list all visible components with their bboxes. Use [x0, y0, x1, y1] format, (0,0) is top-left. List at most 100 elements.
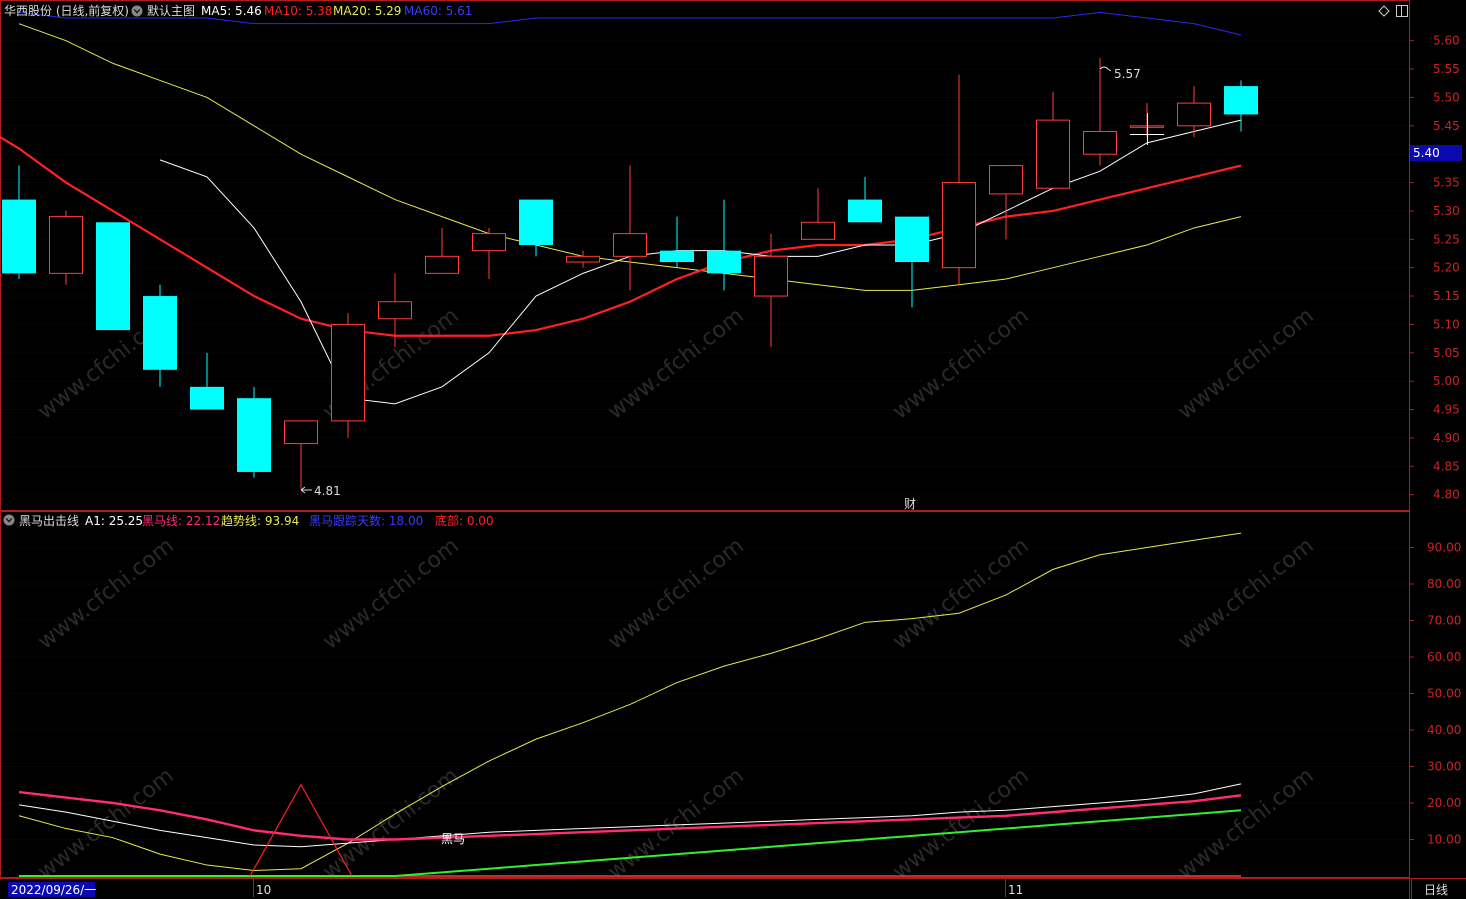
candle-body	[425, 255, 459, 274]
candlestick[interactable]	[613, 165, 647, 291]
watermark-text: www.cfchi.com	[603, 533, 748, 654]
candlestick[interactable]	[989, 165, 1023, 240]
indicator-tick-label: 20.00	[1427, 796, 1461, 810]
candlestick[interactable]	[942, 74, 976, 285]
price-tick-label: 5.05	[1433, 346, 1460, 360]
candle-body	[1083, 130, 1117, 155]
price-tick-label: 5.15	[1433, 289, 1460, 303]
watermark-text: www.cfchi.com	[318, 533, 463, 654]
date-cursor-label: 2022/09/26/一	[11, 883, 96, 897]
price-tick-label: 5.50	[1433, 90, 1460, 104]
candlestick[interactable]	[1177, 86, 1211, 138]
high-price-label: 5.57	[1114, 67, 1141, 81]
candlestick[interactable]	[472, 227, 506, 280]
candlestick[interactable]	[237, 386, 271, 478]
candle-body	[190, 386, 224, 410]
indicator-value-axis: 90.00 80.00 70.00 60.00 50.00 40.00 30.00 20.00…	[1409, 541, 1461, 847]
candlestick[interactable]	[848, 176, 882, 223]
price-tick-label: 4.80	[1433, 488, 1460, 502]
candle-body	[331, 323, 365, 422]
price-tick-label: 5.60	[1433, 34, 1460, 48]
watermark-text: www.cfchi.com	[33, 763, 178, 884]
candle-body	[1036, 119, 1070, 189]
price-tick-label: 4.90	[1433, 431, 1460, 445]
candlestick[interactable]	[660, 216, 694, 268]
candlestick[interactable]	[190, 352, 224, 410]
candlestick[interactable]	[96, 222, 130, 331]
price-tick-label: 5.30	[1433, 204, 1460, 218]
trend-legend: 趋势线: 93.94	[221, 514, 299, 528]
main-panel-frame	[0, 0, 1410, 511]
candlestick[interactable]	[425, 227, 459, 274]
price-tick-label: 5.00	[1433, 374, 1460, 388]
finance-marker[interactable]: 财	[904, 497, 916, 511]
price-tick-label: 5.25	[1433, 232, 1460, 246]
price-tick-label: 5.45	[1433, 119, 1460, 133]
candle-body	[566, 255, 600, 263]
indicator-legend: 黑马出击线 A1: 25.25 黑马线: 22.12 趋势线: 93.94 黑马…	[3, 513, 494, 528]
candlestick-series[interactable]	[2, 57, 1258, 489]
candlestick[interactable]	[1224, 80, 1258, 132]
candlestick[interactable]	[2, 165, 36, 280]
indicator-name: 黑马出击线	[19, 514, 79, 528]
indicator-line	[18, 783, 1242, 848]
month-label-10: 10	[256, 883, 271, 897]
candle-body	[237, 398, 271, 472]
watermark-text: www.cfchi.com	[318, 763, 463, 884]
candle-body	[378, 301, 412, 320]
high-annotation: 5.57	[1099, 66, 1141, 81]
candle-body	[519, 199, 553, 245]
current-price-label: 5.40	[1413, 146, 1440, 160]
candle-body	[801, 221, 835, 240]
candlestick[interactable]	[1083, 57, 1117, 166]
ma5-line	[159, 119, 1242, 405]
watermark-text: www.cfchi.com	[888, 763, 1033, 884]
candle-body	[49, 216, 83, 274]
candle-body	[613, 233, 647, 257]
candlestick[interactable]	[143, 284, 177, 387]
candle-body	[284, 420, 318, 445]
candlestick[interactable]	[49, 210, 83, 285]
indicator-tick-label: 30.00	[1427, 760, 1461, 774]
candlestick[interactable]	[284, 420, 318, 489]
candle-body	[1177, 102, 1211, 127]
period-selector[interactable]: 日线	[1424, 883, 1448, 897]
candle-body	[96, 222, 130, 331]
main-chart-selector[interactable]: 默认主图	[131, 3, 196, 18]
indicator-tick-label: 60.00	[1427, 650, 1461, 664]
indicator-tick-label: 80.00	[1427, 577, 1461, 591]
indicator-tick-label: 10.00	[1427, 833, 1461, 847]
low-price-label: 4.81	[314, 484, 341, 498]
price-tick-label: 5.55	[1433, 62, 1460, 76]
ma60-legend: MA60: 5.61	[404, 4, 472, 18]
indicator-selector[interactable]: 黑马出击线	[3, 514, 80, 528]
grid-lines	[1, 40, 1409, 840]
a1-legend: A1: 25.25	[85, 514, 143, 528]
candlestick[interactable]	[707, 199, 741, 291]
candlestick[interactable]	[331, 313, 365, 438]
diamond-icon[interactable]	[1378, 5, 1390, 17]
main-price-axis: 5.60 5.55 5.50 5.45 5.40 5.35 5.30 5.25 5.20 5.15…	[1409, 34, 1460, 502]
candle-body	[754, 255, 788, 297]
dropdown-icon	[3, 514, 15, 526]
indicator-tick-label: 90.00	[1427, 541, 1461, 555]
candle-body	[942, 182, 976, 269]
watermark-text: www.cfchi.com	[1173, 763, 1318, 884]
time-axis: 2022/09/26/一 10 11 日线	[8, 879, 1448, 899]
price-tick-label: 4.85	[1433, 459, 1460, 473]
watermark-text: www.cfchi.com	[603, 763, 748, 884]
low-annotation: 4.81	[300, 484, 341, 498]
candlestick[interactable]	[801, 188, 835, 240]
stock-chart[interactable]: www.cfchi.com www.cfchi.com www.cfchi.com w…	[0, 0, 1466, 899]
candlestick[interactable]	[1036, 91, 1070, 189]
indicator-tick-label: 70.00	[1427, 614, 1461, 628]
candlestick[interactable]	[754, 233, 788, 348]
indicator-tick-label: 50.00	[1427, 687, 1461, 701]
main-chart-label: 默认主图	[147, 3, 195, 18]
maximize-button[interactable]	[1396, 5, 1408, 17]
current-price-marker: 5.40	[1410, 145, 1462, 161]
month-label-11: 11	[1008, 883, 1023, 897]
candle-body	[895, 216, 929, 262]
candle-body	[2, 199, 36, 274]
candlestick[interactable]	[895, 216, 929, 308]
